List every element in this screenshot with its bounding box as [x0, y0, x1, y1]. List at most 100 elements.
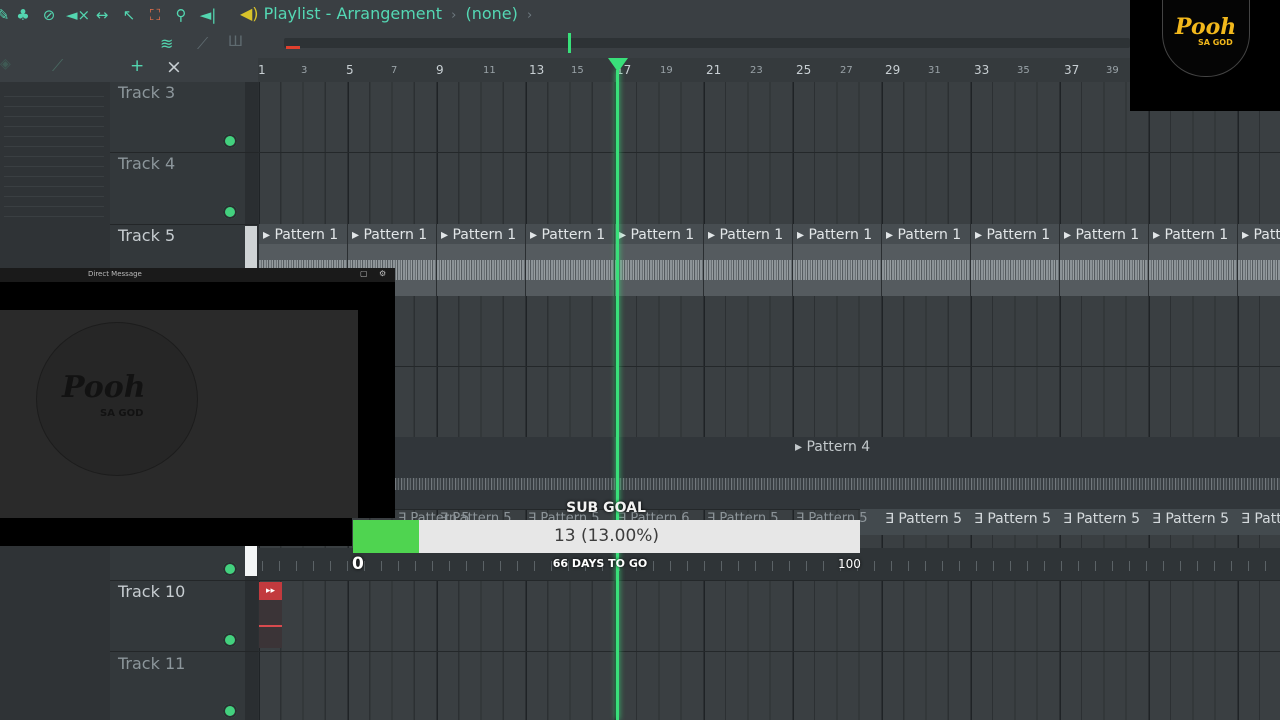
audio-clip-header[interactable]: ▸▸ [259, 582, 282, 600]
row-divider [258, 366, 1280, 367]
track-name[interactable]: Track 4 [118, 154, 175, 173]
track-selector[interactable] [245, 546, 257, 576]
pattern-clip[interactable]: ▸ Pattern 1 [1059, 224, 1148, 296]
ruler-tick-label: 15 [571, 65, 584, 76]
ruler-tick-label: 11 [483, 65, 496, 76]
ruler-tick-label: 23 [750, 65, 763, 76]
automation-waveform [262, 561, 1280, 571]
pattern-clip-label[interactable]: ∃ Pattern 5 [974, 511, 1051, 527]
ruler-tick-label: 31 [928, 65, 941, 76]
ruler-tick-label: 1 [258, 63, 266, 77]
pattern-clip[interactable]: ▸ Pattern 1 [970, 224, 1059, 296]
pattern-clip[interactable]: ▸ Pattern 1 [436, 224, 525, 296]
remove-track-button[interactable]: × [166, 56, 182, 78]
ruler-tick-label: 29 [885, 63, 901, 77]
ruler-tick-label: 19 [660, 65, 673, 76]
sub-goal-min-label: 0 [352, 554, 364, 574]
pattern-clip[interactable]: ▸ Pattern 1 [525, 224, 614, 296]
pencil-icon[interactable]: ⟋ [197, 34, 208, 54]
sub-goal-max-label: 100 [838, 557, 861, 571]
settings-icon[interactable]: ⚙ [379, 269, 386, 278]
snap-icon[interactable]: ◈ [0, 56, 11, 72]
ruler-tick-label: 3 [301, 65, 308, 76]
pattern-clip[interactable]: ▸ Patt [1237, 224, 1280, 296]
pattern-selector[interactable]: (none) [465, 4, 517, 23]
timeline-ruler[interactable]: 1 3 5 7 9 11 13 15 17 19 21 23 25 27 29 31 33 35 37 39 [258, 58, 1280, 83]
ruler-tick-label: 21 [706, 63, 722, 77]
track-selector[interactable] [245, 226, 257, 268]
track-name[interactable]: Track 5 [118, 226, 175, 245]
row-divider [258, 152, 1280, 153]
maximize-icon[interactable]: ▢ [360, 269, 368, 278]
scroll-start-marker [286, 46, 300, 49]
pattern-clip-label[interactable]: ∃ Pattern 5 [885, 511, 962, 527]
pattern-clip[interactable]: ▸ Pattern 1 [703, 224, 792, 296]
mute-icon[interactable]: ⊘ [40, 6, 58, 24]
track-mute-toggle[interactable] [223, 205, 237, 219]
playlist-toolbar [0, 0, 1130, 30]
sub-goal-progress-label: 13 (13.00%) [553, 526, 660, 546]
ruler-tick-label: 13 [529, 63, 545, 77]
overview-playhead[interactable] [568, 33, 571, 53]
playhead-marker-icon[interactable] [608, 58, 628, 72]
select-icon[interactable]: ↖ [120, 6, 138, 24]
pattern-clip[interactable]: ▸ Pattern 1 [792, 224, 881, 296]
speaker-icon: ◀) [240, 4, 259, 23]
avatar-logo-subtext: SA GOD [100, 408, 144, 419]
add-track-button[interactable]: + [130, 56, 144, 76]
ruler-tick-label: 33 [974, 63, 990, 77]
playlist-title[interactable]: ◀) Playlist - Arrangement › (none) › [240, 4, 536, 26]
speaker-mute-icon[interactable]: ◄× [66, 6, 90, 24]
pattern-clip[interactable]: ▸ Pattern 1 [614, 224, 703, 296]
playlist-title-text: Playlist - Arrangement [263, 4, 443, 23]
playhead[interactable] [616, 70, 619, 720]
pattern-clip-label[interactable]: ∃ Pattern 5 [1063, 511, 1140, 527]
avatar-logo-text: Pooh [62, 370, 146, 405]
track-divider [110, 580, 258, 581]
track-mute-toggle[interactable] [223, 704, 237, 718]
pattern-clip-label[interactable]: ∃ Pattern 5 [1152, 511, 1229, 527]
track-name[interactable]: Track 10 [118, 582, 185, 601]
pattern-selector-chevron-icon[interactable]: › [527, 8, 532, 23]
track-divider [110, 224, 258, 225]
track-mute-toggle[interactable] [223, 633, 237, 647]
brush-icon[interactable]: ✎ [0, 6, 12, 24]
track-name[interactable]: Track 11 [118, 654, 185, 673]
slip-icon[interactable]: ↔ [93, 6, 111, 24]
horizontal-scrollbar[interactable] [284, 38, 1130, 48]
pencil-tool-icon[interactable]: ⟋ [52, 56, 63, 76]
pattern-clip[interactable]: ▸ Pattern 1 [1148, 224, 1237, 296]
playlist-grid[interactable] [258, 82, 1280, 720]
title-separator: › [451, 8, 457, 23]
browser-item-list [4, 96, 104, 226]
track-divider [110, 651, 258, 652]
audio-waveform [395, 478, 1280, 490]
marquee-icon[interactable]: ⛶ [146, 6, 164, 24]
stream-logo-subtext: SA GOD [1198, 38, 1233, 47]
track-name[interactable]: Track 3 [118, 83, 175, 102]
sub-goal-progress-bar: 13 (13.00%) [353, 520, 860, 553]
track-mute-toggle[interactable] [223, 134, 237, 148]
ruler-tick-label: 35 [1017, 65, 1030, 76]
sub-goal-title: SUB GOAL [566, 500, 646, 516]
secondary-toolbar [0, 30, 258, 82]
ruler-tick-label: 37 [1064, 63, 1080, 77]
overlay-band [0, 518, 352, 546]
direct-message-titlebar[interactable] [0, 268, 395, 282]
ruler-tick-label: 25 [796, 63, 812, 77]
ruler-tick-label: 27 [840, 65, 853, 76]
zoom-icon[interactable]: ⚲ [172, 6, 190, 24]
track-mute-toggle[interactable] [223, 562, 237, 576]
piano-icon[interactable]: Ш [228, 34, 243, 50]
ruler-tick-label: 9 [436, 63, 444, 77]
waveform-icon[interactable]: ≋ [160, 34, 173, 53]
ruler-tick-label: 39 [1106, 65, 1119, 76]
paint-icon[interactable]: ♣ [14, 6, 32, 24]
pattern-clip-label[interactable]: ∃ Patt [1241, 511, 1280, 527]
sub-goal-days-remaining: 66 DAYS TO GO [552, 557, 648, 570]
pattern-clip[interactable]: ▸ Pattern 1 [881, 224, 970, 296]
ruler-tick-label: 5 [346, 63, 354, 77]
row-divider [258, 651, 1280, 652]
playback-icon[interactable]: ◄| [199, 6, 217, 24]
direct-message-title: Direct Message [88, 270, 142, 278]
